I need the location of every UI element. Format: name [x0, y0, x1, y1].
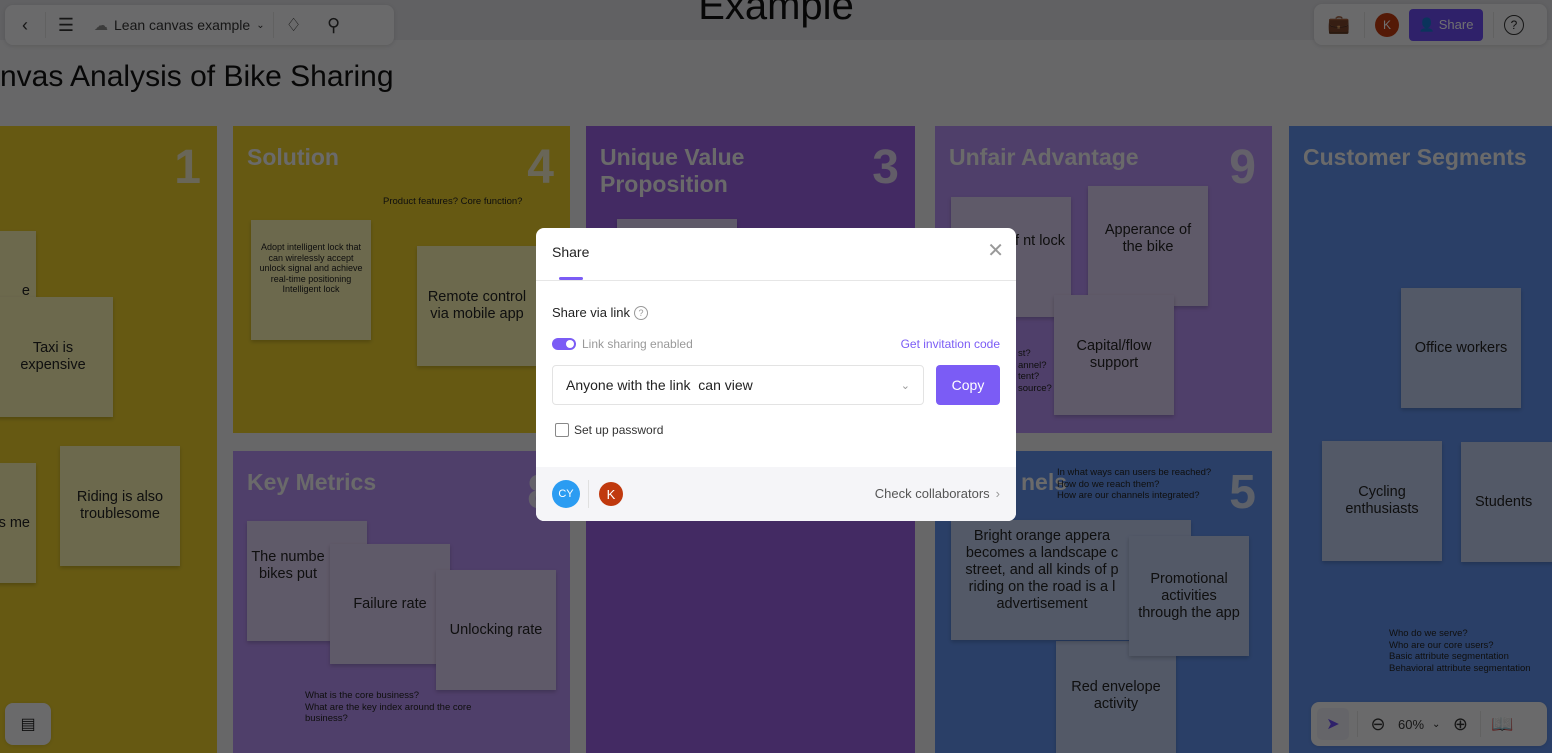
share-dialog: Share ✕ Share via link ? Link sharing en…	[536, 228, 1016, 521]
sticky-note[interactable]: Apperance of the bike	[1088, 186, 1208, 306]
zoom-in-icon[interactable]: ⊕	[1448, 704, 1472, 744]
sticky-note[interactable]: Taxi is expensive	[0, 297, 113, 417]
password-checkbox[interactable]	[555, 423, 569, 437]
sticky-note[interactable]: Students	[1461, 442, 1552, 562]
section-label: Share via link	[552, 305, 631, 320]
sticky-note[interactable]: Capital/flow support	[1054, 295, 1174, 415]
password-label: Set up password	[574, 423, 664, 437]
select-cursor-icon[interactable]: ➤	[1317, 708, 1349, 740]
panel-hint: Product features? Core function?	[383, 196, 523, 207]
divider	[1364, 11, 1365, 38]
panel-solution: Solution 4 Product features? Core functi…	[233, 126, 570, 433]
zoom-out-icon[interactable]: ⊖	[1366, 704, 1390, 744]
panel-title: Solution	[247, 144, 339, 170]
panel-hint: st? annel? tent? source?	[1018, 348, 1052, 394]
link-sharing-toggle[interactable]	[552, 338, 576, 350]
back-icon[interactable]: ‹	[5, 5, 45, 45]
zoom-toolbar: ➤ ⊖ 60% ⌄ ⊕ 📖	[1311, 702, 1547, 746]
sticky-note[interactable]: Riding is also troublesome	[60, 446, 180, 566]
outline-button[interactable]: ▤	[5, 703, 51, 745]
add-user-icon: 👤	[1418, 16, 1435, 32]
toolbox-icon[interactable]: 💼	[1324, 5, 1354, 45]
panel-hint: Who do we serve? Who are our core users?…	[1389, 628, 1531, 674]
search-icon[interactable]: ⚲	[314, 5, 354, 45]
tag-icon[interactable]: ♢	[274, 5, 314, 45]
panel-number: 4	[527, 141, 554, 194]
permission-value: Anyone with the link can view	[566, 377, 753, 393]
permission-select[interactable]: Anyone with the link can view ⌄	[552, 365, 924, 405]
collaborator-avatar[interactable]: K	[599, 482, 623, 506]
get-invitation-code-link[interactable]: Get invitation code	[901, 337, 1000, 351]
divider	[1493, 11, 1494, 38]
panel-key-metrics: Key Metrics 8 The numbe bikes put Failur…	[233, 451, 570, 753]
sticky-note[interactable]: Red envelope activity	[1056, 641, 1176, 753]
chevron-down-icon[interactable]: ⌄	[1432, 719, 1440, 730]
panel-problem: 1 e Taxi is expensive s me Riding is als…	[0, 126, 217, 753]
share-via-link-heading: Share via link ?	[552, 305, 649, 320]
chevron-right-icon: ›	[995, 486, 1000, 501]
panel-customer-segments: Customer Segments Office workers Cycling…	[1289, 126, 1552, 753]
zoom-level[interactable]: 60%	[1398, 717, 1424, 732]
panel-hint: What is the core business? What are the …	[305, 690, 472, 724]
link-sharing-label: Link sharing enabled	[582, 337, 693, 351]
sticky-note[interactable]: Adopt intelligent lock that can wireless…	[251, 220, 371, 340]
map-icon[interactable]: 📖	[1489, 704, 1515, 744]
panel-title: Unique Value Proposition	[600, 144, 745, 197]
check-collaborators-link[interactable]: Check collaborators ›	[875, 486, 1000, 501]
sticky-note[interactable]: Cycling enthusiasts	[1322, 441, 1442, 561]
help-icon[interactable]: ?	[1504, 14, 1524, 35]
panel-number: 1	[174, 141, 201, 194]
divider	[1357, 711, 1358, 737]
divider	[536, 280, 1016, 281]
sticky-note[interactable]: Office workers	[1401, 288, 1521, 408]
chevron-down-icon: ⌄	[900, 379, 910, 392]
copy-button[interactable]: Copy	[936, 365, 1000, 405]
sticky-note[interactable]: Failure rate	[330, 544, 450, 664]
panel-title: Customer Segments	[1303, 144, 1527, 170]
cloud-saved-icon: ☁	[94, 16, 108, 33]
panel-number: 3	[872, 141, 899, 194]
collaborator-avatar[interactable]: CY	[552, 480, 580, 508]
top-right-toolbar: 💼 K 👤 Share ?	[1314, 4, 1547, 45]
dialog-footer: CY K Check collaborators ›	[536, 467, 1016, 521]
sticky-note[interactable]: Remote control via mobile app	[417, 246, 537, 366]
divider	[1480, 711, 1482, 737]
dialog-title: Share	[552, 244, 590, 260]
sticky-note[interactable]: Unlocking rate	[436, 570, 556, 690]
panel-number: 5	[1229, 466, 1256, 519]
panel-number: 9	[1229, 141, 1256, 194]
sticky-note[interactable]: s me	[0, 463, 36, 583]
menu-icon[interactable]: ☰	[46, 5, 86, 45]
panel-title: Key Metrics	[247, 469, 377, 495]
divider	[588, 480, 589, 508]
help-icon[interactable]: ?	[634, 305, 649, 320]
share-button[interactable]: 👤 Share	[1409, 8, 1483, 41]
chevron-down-icon: ⌄	[256, 19, 265, 31]
sticky-note[interactable]: Promotional activities through the app	[1129, 536, 1249, 656]
share-label: Share	[1438, 17, 1474, 32]
panel-title: Unfair Advantage	[949, 144, 1139, 170]
toggle-knob	[566, 340, 574, 348]
user-avatar[interactable]: K	[1375, 12, 1399, 37]
outline-list-icon: ▤	[20, 716, 36, 733]
file-name: Lean canvas example	[114, 17, 251, 33]
top-toolbar: ‹ ☰ ☁ Lean canvas example ⌄ ♢ ⚲	[5, 5, 394, 45]
file-name-dropdown[interactable]: ☁ Lean canvas example ⌄	[86, 17, 273, 34]
close-icon[interactable]: ✕	[987, 238, 1004, 263]
canvas-title: nvas Analysis of Bike Sharing	[0, 60, 394, 93]
panel-hint: In what ways can users be reached? How d…	[1057, 467, 1212, 501]
check-collaborators-label: Check collaborators	[874, 486, 990, 501]
